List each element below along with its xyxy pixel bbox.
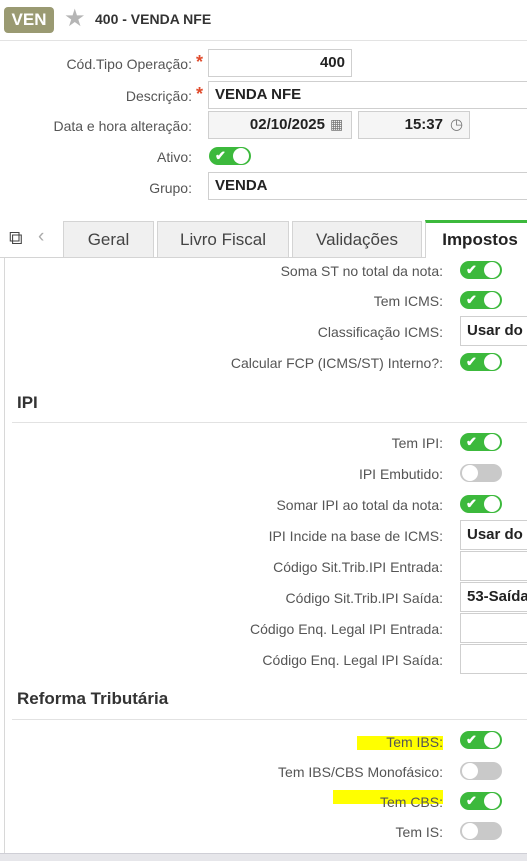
- section-divider: [12, 719, 527, 720]
- tem-is-toggle[interactable]: [460, 822, 502, 840]
- check-icon: ✔: [466, 434, 477, 449]
- calcular-fcp-toggle[interactable]: ✔: [460, 353, 502, 371]
- check-icon: ✔: [466, 262, 477, 277]
- soma-st-toggle[interactable]: ✔: [460, 261, 502, 279]
- tem-cbs-label: Tem CBS:: [379, 794, 443, 810]
- cst-ipi-entrada-field[interactable]: [460, 551, 527, 581]
- cod-tipo-operacao-field[interactable]: 400: [208, 49, 352, 77]
- enq-ipi-saida-label: Código Enq. Legal IPI Saída:: [262, 652, 443, 668]
- impostos-panel: [4, 258, 527, 858]
- grupo-label: Grupo:: [149, 180, 192, 196]
- descricao-field[interactable]: VENDA NFE: [208, 81, 527, 109]
- check-icon: ✔: [466, 354, 477, 369]
- tab-impostos[interactable]: Impostos: [425, 220, 527, 258]
- ativo-toggle[interactable]: ✔: [209, 147, 251, 165]
- chevron-left-icon[interactable]: ‹: [38, 226, 44, 248]
- tem-ipi-label: Tem IPI:: [391, 435, 443, 451]
- reforma-section-title: Reforma Tributária: [17, 689, 169, 708]
- clock-icon[interactable]: ◷: [450, 115, 463, 133]
- ipi-section-title: IPI: [17, 393, 38, 412]
- grupo-field[interactable]: VENDA: [208, 172, 527, 200]
- check-icon: ✔: [466, 732, 477, 747]
- page-title: 400 - VENDA NFE: [95, 11, 212, 27]
- check-icon: ✔: [466, 496, 477, 511]
- ativo-label: Ativo:: [156, 149, 192, 165]
- enq-ipi-entrada-field[interactable]: [460, 613, 527, 643]
- tem-icms-toggle[interactable]: ✔: [460, 291, 502, 309]
- tab-livro-fiscal[interactable]: Livro Fiscal: [157, 221, 289, 257]
- module-badge: VEN: [4, 7, 54, 33]
- ipi-embutido-toggle[interactable]: [460, 464, 502, 482]
- check-icon: ✔: [466, 793, 477, 808]
- data-hora-alteracao-label: Data e hora alteração:: [53, 118, 192, 134]
- check-icon: ✔: [215, 148, 226, 163]
- cst-ipi-entrada-label: Código Sit.Trib.IPI Entrada:: [273, 559, 443, 575]
- tem-is-label: Tem IS:: [395, 824, 443, 840]
- tab-validacoes[interactable]: Validações: [292, 221, 422, 257]
- classificacao-icms-select[interactable]: Usar do: [460, 316, 527, 346]
- calcular-fcp-label: Calcular FCP (ICMS/ST) Interno?:: [230, 355, 443, 371]
- descricao-label: Descrição:: [125, 88, 192, 104]
- ipi-incide-select[interactable]: Usar do: [460, 520, 527, 550]
- check-icon: ✔: [466, 292, 477, 307]
- tem-ipi-toggle[interactable]: ✔: [460, 433, 502, 451]
- tem-ibs-toggle[interactable]: ✔: [460, 731, 502, 749]
- tem-cbs-toggle[interactable]: ✔: [460, 792, 502, 810]
- classificacao-icms-label: Classificação ICMS:: [317, 324, 443, 340]
- required-marker: *: [196, 52, 204, 72]
- cst-ipi-saida-label: Código Sit.Trib.IPI Saída:: [285, 590, 443, 606]
- somar-ipi-label: Somar IPI ao total da nota:: [276, 497, 443, 513]
- tem-ibs-cbs-monofasico-toggle[interactable]: [460, 762, 502, 780]
- cst-ipi-saida-field[interactable]: 53-Saída: [460, 582, 527, 612]
- enq-ipi-saida-field[interactable]: [460, 644, 527, 674]
- tab-geral[interactable]: Geral: [63, 221, 154, 257]
- calendar-icon[interactable]: ▦: [330, 116, 343, 133]
- header-bar: VEN ★ 400 - VENDA NFE: [0, 0, 527, 41]
- enq-ipi-entrada-label: Código Enq. Legal IPI Entrada:: [249, 621, 443, 637]
- tem-ibs-label: Tem IBS:: [386, 734, 443, 750]
- section-divider: [12, 422, 527, 423]
- tem-ibs-cbs-monofasico-label: Tem IBS/CBS Monofásico:: [278, 764, 443, 780]
- tem-icms-label: Tem ICMS:: [373, 293, 443, 309]
- copy-icon[interactable]: ⧉: [9, 228, 23, 250]
- tab-bar: ⧉ ‹ Geral Livro Fiscal Validações Impost…: [0, 220, 527, 258]
- required-marker: *: [196, 84, 204, 104]
- somar-ipi-toggle[interactable]: ✔: [460, 495, 502, 513]
- ipi-incide-label: IPI Incide na base de ICMS:: [268, 528, 443, 544]
- cod-tipo-operacao-label: Cód.Tipo Operação:: [66, 56, 192, 72]
- favorite-star-icon[interactable]: ★: [64, 6, 86, 32]
- ipi-embutido-label: IPI Embutido:: [358, 466, 443, 482]
- soma-st-label: Soma ST no total da nota:: [280, 263, 443, 279]
